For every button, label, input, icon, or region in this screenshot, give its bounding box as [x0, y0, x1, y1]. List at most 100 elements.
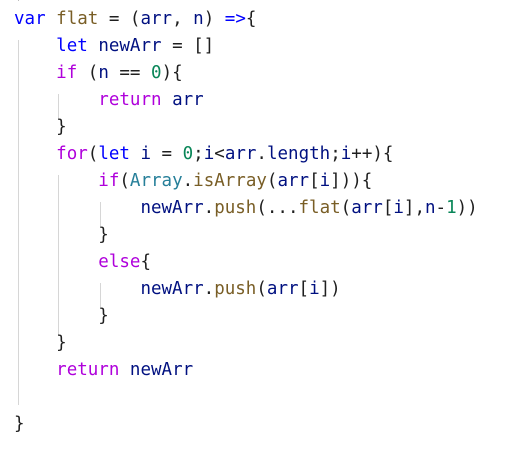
- code-token: return: [56, 360, 120, 380]
- code-token: i: [340, 144, 352, 164]
- code-line[interactable]: }: [14, 411, 25, 438]
- code-token: (: [340, 198, 352, 218]
- code-token: (: [256, 279, 267, 299]
- code-token: ])){: [330, 171, 373, 191]
- code-token: let: [56, 36, 88, 56]
- code-token: (: [77, 63, 99, 83]
- code-line[interactable]: }: [14, 114, 67, 141]
- code-token: = (: [98, 9, 141, 29]
- code-token: i: [140, 144, 152, 164]
- code-token: i: [309, 279, 320, 299]
- code-token: [: [298, 279, 310, 299]
- code-token: =>: [224, 9, 246, 29]
- code-token: i: [319, 171, 331, 191]
- code-token: ;: [330, 144, 341, 164]
- code-line[interactable]: return arr: [14, 87, 204, 114]
- code-line[interactable]: newArr.push(...flat(arr[i],n-1)): [14, 195, 477, 222]
- code-token: (...: [256, 198, 299, 218]
- code-token: newArr: [98, 36, 162, 56]
- code-token: .: [256, 144, 267, 164]
- code-editor[interactable]: var flat = (arr, n) =>{ let newArr = [] …: [0, 0, 518, 449]
- code-token: let: [98, 144, 130, 164]
- code-token: [: [382, 198, 394, 218]
- code-token: isArray: [193, 171, 267, 191]
- code-token: if: [56, 63, 78, 83]
- code-token: -: [435, 198, 447, 218]
- code-token: ==: [108, 63, 152, 83]
- code-token: return: [98, 90, 162, 110]
- code-token: Array: [129, 171, 183, 191]
- code-line[interactable]: }: [14, 303, 109, 330]
- code-token: }: [14, 306, 109, 326]
- code-token: }: [14, 117, 67, 137]
- code-token: ,: [172, 9, 194, 29]
- code-line[interactable]: let newArr = []: [14, 33, 214, 60]
- code-token: i: [203, 144, 215, 164]
- code-token: newArr: [140, 198, 204, 218]
- code-token: }: [14, 414, 25, 434]
- code-token: {: [140, 252, 151, 272]
- code-token: .: [203, 279, 215, 299]
- code-line[interactable]: if(Array.isArray(arr[i])){: [14, 168, 372, 195]
- code-line[interactable]: }: [14, 330, 67, 357]
- code-token: n: [425, 198, 436, 218]
- code-line[interactable]: }: [14, 222, 109, 249]
- code-token: n: [193, 9, 204, 29]
- code-line[interactable]: for(let i = 0;i<arr.length;i++){: [14, 141, 393, 168]
- code-token: ++){: [351, 144, 394, 164]
- code-token: 1: [446, 198, 457, 218]
- code-token: for: [56, 144, 88, 164]
- code-token: ){: [161, 63, 183, 83]
- code-token: ): [203, 9, 225, 29]
- code-token: }: [14, 333, 67, 353]
- code-line[interactable]: newArr.push(arr[i]): [14, 276, 341, 303]
- scroll-top-indent-guide: [18, 0, 25, 1]
- code-token: 0: [182, 144, 194, 164]
- code-token: push: [214, 198, 257, 218]
- code-token: newArr: [129, 360, 194, 380]
- code-token: {: [245, 9, 257, 29]
- code-token: .: [182, 171, 194, 191]
- code-token: [: [309, 171, 320, 191]
- code-line[interactable]: var flat = (arr, n) =>{: [14, 6, 256, 33]
- code-token: arr: [172, 90, 204, 110]
- code-token: else: [98, 252, 141, 272]
- code-token: arr: [277, 171, 310, 191]
- code-token: = []: [161, 36, 215, 56]
- code-token: 0: [151, 63, 162, 83]
- code-token: arr: [266, 279, 299, 299]
- code-token: arr: [351, 198, 383, 218]
- code-line[interactable]: return newArr: [14, 357, 193, 384]
- code-token: (: [87, 144, 99, 164]
- code-token: }: [14, 225, 109, 245]
- code-token: newArr: [140, 279, 204, 299]
- code-token: arr: [140, 9, 173, 29]
- code-token: if: [98, 171, 120, 191]
- code-token: ]): [319, 279, 341, 299]
- code-token: var: [14, 9, 46, 29]
- code-token: push: [214, 279, 257, 299]
- code-token: i: [393, 198, 404, 218]
- code-token: .: [203, 198, 215, 218]
- code-token: <: [214, 144, 225, 164]
- code-token: n: [98, 63, 109, 83]
- code-line[interactable]: if (n == 0){: [14, 60, 183, 87]
- code-token: ],: [403, 198, 425, 218]
- code-line[interactable]: else{: [14, 249, 151, 276]
- code-token: (: [266, 171, 278, 191]
- code-token: (: [119, 171, 130, 191]
- code-token: length: [266, 144, 331, 164]
